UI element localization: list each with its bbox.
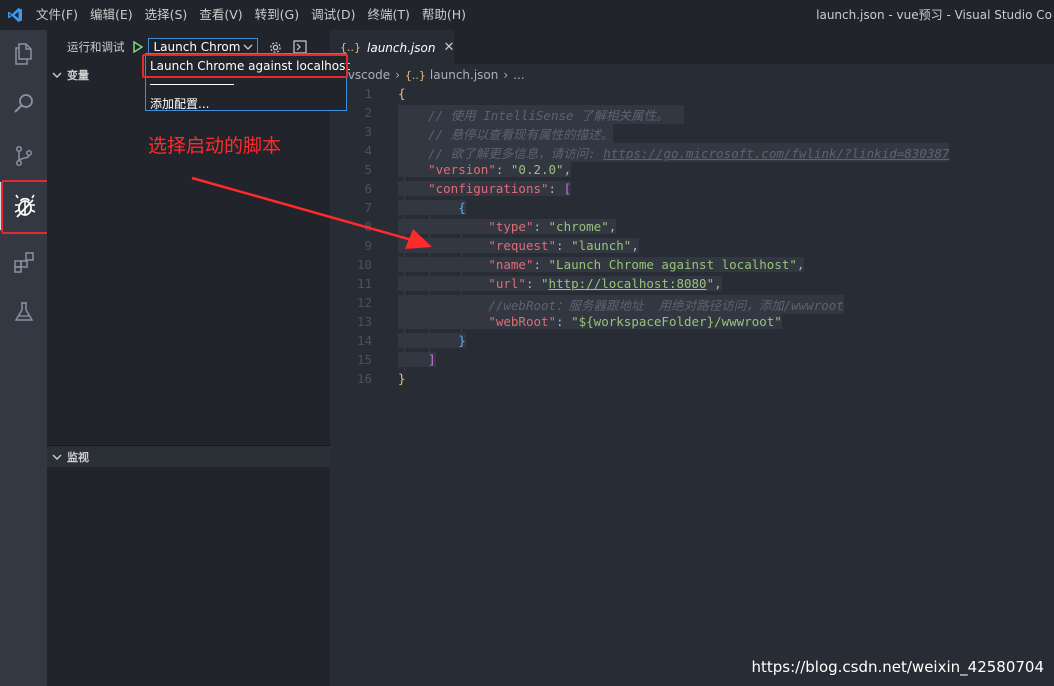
annotation-arrow-icon	[191, 176, 432, 249]
watermark: https://blog.csdn.net/weixin_42580704	[751, 658, 1044, 676]
